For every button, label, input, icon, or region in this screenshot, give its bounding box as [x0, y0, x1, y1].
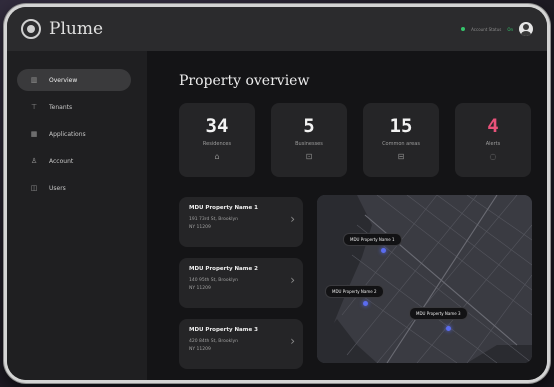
- sidebar-item-label: Applications: [49, 130, 86, 138]
- map-pin-2-icon[interactable]: [363, 301, 368, 306]
- sidebar-item-label: Overview: [49, 76, 78, 84]
- property-address-line2: NY 11209: [189, 225, 211, 230]
- brand-name: Plume: [49, 19, 104, 39]
- page-title: Property overview: [179, 73, 310, 89]
- property-card-3[interactable]: MDU Property Name 3 420 84th St, Brookly…: [179, 319, 303, 369]
- sidebar-item-label: Users: [49, 184, 66, 192]
- stat-value: 4: [487, 115, 499, 137]
- stat-card-businesses[interactable]: 5 Businesses ⊡: [271, 103, 347, 177]
- sidebar-item-overview[interactable]: ▥ Overview: [17, 69, 131, 91]
- sidebar-item-applications[interactable]: ▦ Applications: [17, 123, 131, 145]
- sidebar-item-users[interactable]: ◫ Users: [17, 177, 131, 199]
- users-icon: ◫: [30, 184, 38, 192]
- property-card-2[interactable]: MDU Property Name 2 140 95th St, Brookly…: [179, 258, 303, 308]
- stat-value: 5: [303, 115, 315, 137]
- map-background: [317, 195, 532, 363]
- plume-logo-icon: [21, 19, 41, 39]
- stat-label: Alerts: [485, 141, 501, 147]
- property-address-line1: 191 73rd St, Brooklyn: [189, 217, 239, 222]
- property-address: 420 84th St, Brooklyn NY 11209: [189, 338, 303, 354]
- map-pin-label-1: MDU Property Name 1: [343, 233, 402, 246]
- main-content: Property overview 34 Residences ⌂ 5 Busi…: [147, 51, 547, 380]
- stat-label: Businesses: [295, 141, 323, 147]
- status-text: Account Status: [471, 26, 502, 32]
- chevron-right-icon: ›: [290, 334, 295, 348]
- property-name: MDU Property Name 2: [189, 266, 258, 272]
- stat-value: 15: [389, 115, 413, 137]
- person-icon: ♙: [30, 157, 38, 165]
- app-screen: Plume Account Status On ▥ Overview ⊤ Ten…: [7, 7, 547, 380]
- property-map[interactable]: MDU Property Name 1 MDU Property Name 2 …: [317, 195, 532, 363]
- sidebar-item-label: Account: [49, 157, 74, 165]
- property-address-line2: NY 11209: [189, 347, 211, 352]
- chart-icon: ▥: [30, 76, 38, 84]
- property-name: MDU Property Name 1: [189, 205, 258, 211]
- grid-icon: ▦: [30, 130, 38, 138]
- status-value: On: [507, 26, 513, 32]
- property-address-line1: 140 95th St, Brooklyn: [189, 278, 238, 283]
- property-card-1[interactable]: MDU Property Name 1 191 73rd St, Brookly…: [179, 197, 303, 247]
- property-address-line2: NY 11209: [189, 286, 211, 291]
- account-status: Account Status On: [461, 22, 533, 36]
- map-pin-3-icon[interactable]: [446, 326, 451, 331]
- sidebar-item-label: Tenants: [49, 103, 73, 111]
- stat-card-residences[interactable]: 34 Residences ⌂: [179, 103, 255, 177]
- bell-icon: ◌: [489, 152, 497, 161]
- chevron-right-icon: ›: [290, 273, 295, 287]
- stat-card-common-areas[interactable]: 15 Common areas ⊟: [363, 103, 439, 177]
- property-address: 191 73rd St, Brooklyn NY 11209: [189, 216, 303, 232]
- stat-card-alerts[interactable]: 4 Alerts ◌: [455, 103, 531, 177]
- stat-label: Residences: [202, 141, 232, 147]
- chevron-right-icon: ›: [290, 212, 295, 226]
- bed-icon: ⊟: [397, 152, 405, 161]
- avatar[interactable]: [519, 22, 533, 36]
- property-address-line1: 420 84th St, Brooklyn: [189, 339, 238, 344]
- sidebar: ▥ Overview ⊤ Tenants ▦ Applications ♙ Ac…: [7, 51, 147, 380]
- tablet-frame: Plume Account Status On ▥ Overview ⊤ Ten…: [4, 4, 550, 383]
- map-pin-label-2: MDU Property Name 2: [325, 285, 384, 298]
- map-pin-1-icon[interactable]: [381, 248, 386, 253]
- status-dot-icon: [461, 27, 466, 31]
- stat-label: Common areas: [382, 141, 420, 147]
- home-icon: ⌂: [214, 152, 220, 161]
- sidebar-item-account[interactable]: ♙ Account: [17, 150, 131, 172]
- stat-value: 34: [205, 115, 229, 137]
- sidebar-item-tenants[interactable]: ⊤ Tenants: [17, 96, 131, 118]
- briefcase-icon: ⊡: [305, 152, 313, 161]
- property-address: 140 95th St, Brooklyn NY 11209: [189, 277, 303, 293]
- top-bar: Plume Account Status On: [7, 7, 547, 51]
- filter-icon: ⊤: [30, 103, 38, 111]
- property-name: MDU Property Name 3: [189, 327, 258, 333]
- map-pin-label-3: MDU Property Name 3: [409, 307, 468, 320]
